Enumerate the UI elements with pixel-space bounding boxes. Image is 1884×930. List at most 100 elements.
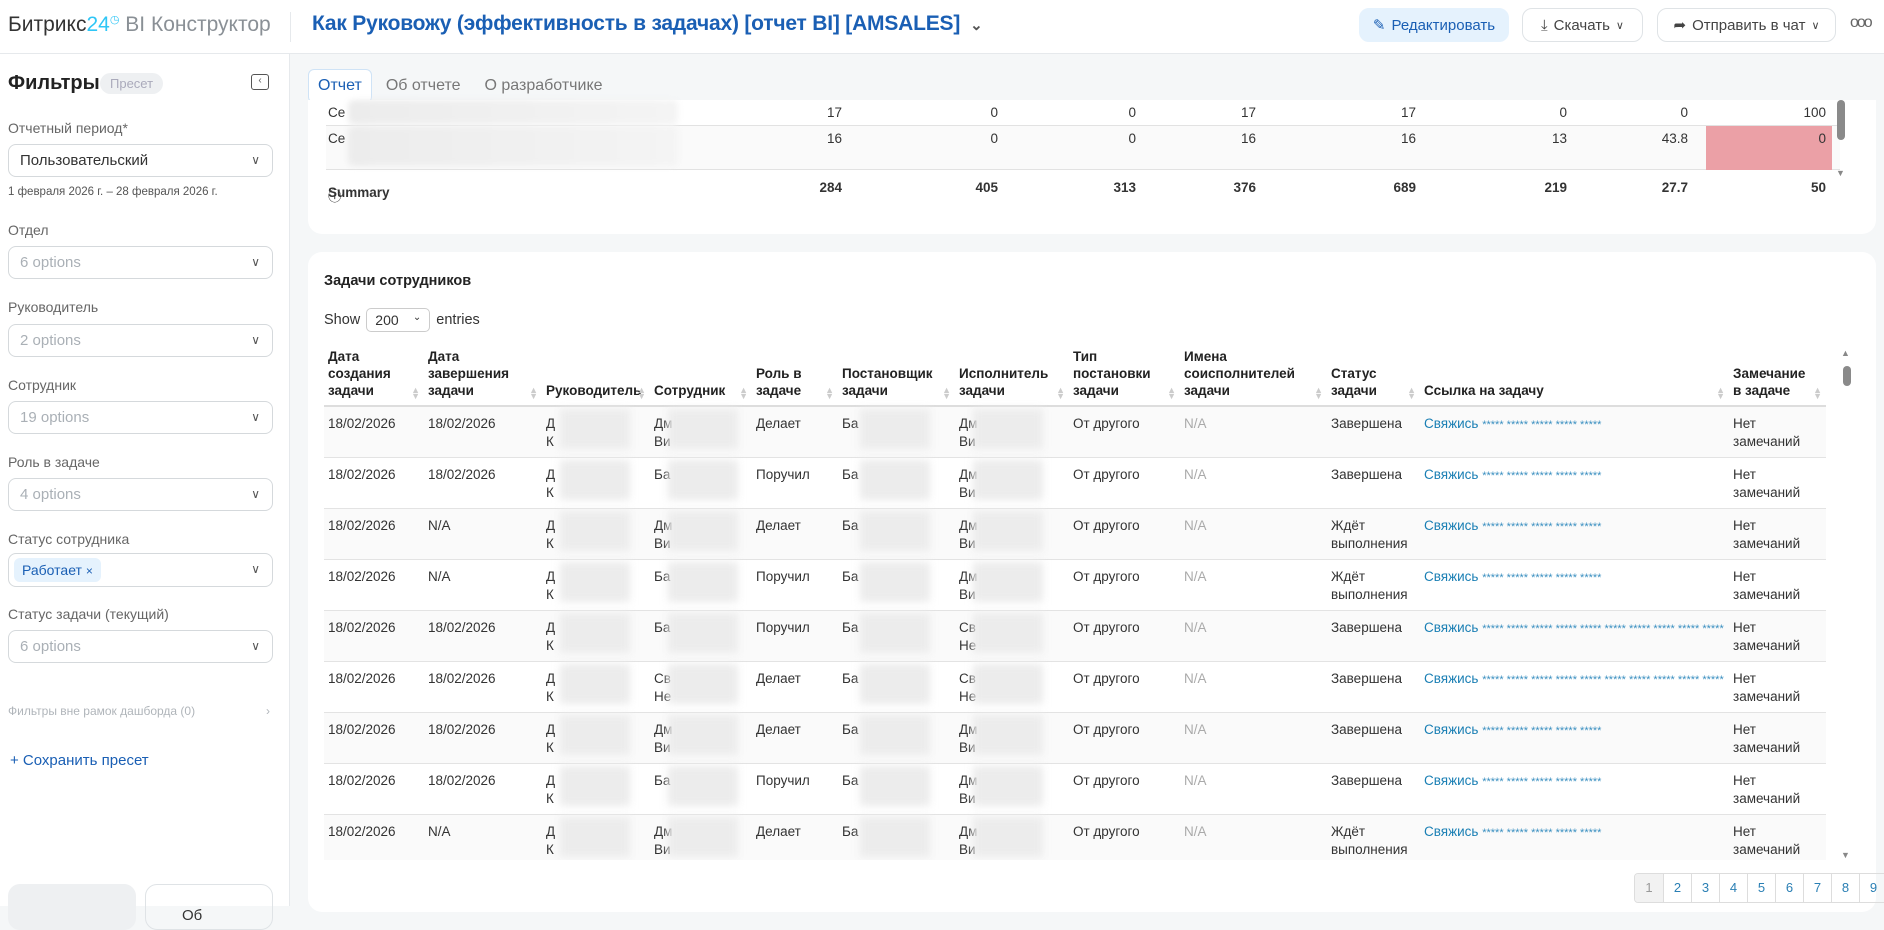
column-header[interactable]: Дата создания задачи ▲ ▼ <box>324 348 424 407</box>
more-icon[interactable]: ooo <box>1850 14 1873 32</box>
scrollbar[interactable] <box>1837 100 1845 140</box>
table-cell[interactable]: Свяжись ***** ***** ***** ***** ***** **… <box>1420 610 1729 662</box>
task-link[interactable]: Свяжись <box>1424 467 1478 482</box>
sort-icon[interactable]: ▲ ▼ <box>637 386 646 401</box>
scroll-down-icon[interactable]: ▼ <box>1836 168 1845 178</box>
task-status-select[interactable]: 6 options ∨ <box>8 630 273 663</box>
table-cell[interactable]: Свяжись ***** ***** ***** ***** ***** <box>1420 763 1729 815</box>
column-header[interactable]: Замечание в задаче ▲ ▼ <box>1729 348 1826 407</box>
sort-icon[interactable]: ▲ ▼ <box>529 386 538 401</box>
column-header[interactable]: Исполнитель задачи ▲ ▼ <box>955 348 1069 407</box>
table-cell: От другого <box>1069 508 1180 560</box>
page-button-2[interactable]: 2 <box>1663 874 1691 902</box>
column-header[interactable]: Имена соисполнителей задачи ▲ ▼ <box>1180 348 1327 407</box>
table-cell[interactable]: Свяжись ***** ***** ***** ***** ***** <box>1420 406 1729 458</box>
column-header[interactable]: Руководитель ▲ ▼ <box>542 348 650 407</box>
blurred-name <box>348 126 678 166</box>
column-header[interactable]: Роль в задаче ▲ ▼ <box>752 348 838 407</box>
scroll-down-icon[interactable]: ▼ <box>1841 850 1850 860</box>
column-header[interactable]: Сотрудник ▲ ▼ <box>650 348 752 407</box>
task-link[interactable]: Свяжись <box>1424 824 1478 839</box>
outside-filters-link[interactable]: Фильтры вне рамок дашборда (0) › <box>8 704 270 718</box>
sort-icon[interactable]: ▲ ▼ <box>1056 386 1065 401</box>
task-link[interactable]: Свяжись <box>1424 416 1478 431</box>
task-link-masked[interactable]: ***** ***** ***** ***** ***** <box>1482 470 1601 482</box>
task-link[interactable]: Свяжись <box>1424 620 1478 635</box>
employee-status-select[interactable]: Работает × ∨ <box>8 553 273 587</box>
tab-about-report[interactable]: Об отчете <box>376 69 471 103</box>
page-button-5[interactable]: 5 <box>1747 874 1775 902</box>
page-button-9[interactable]: 9 <box>1859 874 1884 902</box>
page-button-4[interactable]: 4 <box>1719 874 1747 902</box>
task-link-masked[interactable]: ***** ***** ***** ***** ***** ***** ****… <box>1482 674 1724 686</box>
scroll-up-icon[interactable]: ▲ <box>1841 348 1853 358</box>
manager-select[interactable]: 2 options ∨ <box>8 324 273 357</box>
secondary-button[interactable]: Об <box>145 884 273 930</box>
column-header[interactable]: Постановщик задачи ▲ ▼ <box>838 348 955 407</box>
page-button-3[interactable]: 3 <box>1691 874 1719 902</box>
task-link[interactable]: Свяжись <box>1424 722 1478 737</box>
sort-icon[interactable]: ▲ ▼ <box>1813 386 1822 401</box>
task-link[interactable]: Свяжись <box>1424 671 1478 686</box>
sort-icon[interactable]: ▲ ▼ <box>1407 386 1416 401</box>
page-button-8[interactable]: 8 <box>1831 874 1859 902</box>
table-scrollbar[interactable]: ▲ ▼ <box>1841 348 1853 860</box>
download-button[interactable]: ⤓ Скачать ∨ <box>1522 8 1643 42</box>
task-link-masked[interactable]: ***** ***** ***** ***** ***** <box>1482 725 1601 737</box>
scrollbar-thumb[interactable] <box>1843 366 1851 386</box>
tab-about-developer[interactable]: О разработчике <box>475 69 613 103</box>
column-header[interactable]: Ссылка на задачу ▲ ▼ <box>1420 348 1729 407</box>
edit-button[interactable]: ✎ Редактировать <box>1359 8 1509 42</box>
sort-icon[interactable]: ▲ ▼ <box>942 386 951 401</box>
employee-select[interactable]: 19 options ∨ <box>8 401 273 434</box>
table-cell[interactable]: Свяжись ***** ***** ***** ***** ***** <box>1420 508 1729 560</box>
page-button-7[interactable]: 7 <box>1803 874 1831 902</box>
table-cell: Делает <box>752 712 838 764</box>
sort-icon[interactable]: ▲ ▼ <box>1314 386 1323 401</box>
cell-text: Нет замечаний <box>1733 569 1801 602</box>
task-link[interactable]: Свяжись <box>1424 773 1478 788</box>
summary-table-row: Се 17 0 0 17 17 0 0 100 <box>326 100 1840 126</box>
task-link[interactable]: Свяжись <box>1424 569 1478 584</box>
send-to-chat-button[interactable]: ➦ Отправить в чат ∨ <box>1657 8 1836 42</box>
tab-report[interactable]: Отчет <box>308 69 372 103</box>
info-icon[interactable]: ⓘ <box>328 185 342 205</box>
task-link-masked[interactable]: ***** ***** ***** ***** ***** <box>1482 776 1601 788</box>
column-header[interactable]: Статус задачи ▲ ▼ <box>1327 348 1420 407</box>
preset-badge[interactable]: Пресет <box>100 73 164 94</box>
column-header[interactable]: Дата завершения задачи ▲ ▼ <box>424 348 542 407</box>
table-cell: 18/02/2026 <box>424 406 542 458</box>
sort-icon[interactable]: ▲ ▼ <box>739 386 748 401</box>
report-title[interactable]: Как Руковожу (эффективность в задачах) [… <box>312 12 983 36</box>
cell-text: Д К <box>546 620 556 653</box>
table-cell[interactable]: Свяжись ***** ***** ***** ***** ***** <box>1420 559 1729 611</box>
table-cell[interactable]: Свяжись ***** ***** ***** ***** ***** <box>1420 457 1729 509</box>
task-link-masked[interactable]: ***** ***** ***** ***** ***** <box>1482 572 1601 584</box>
page-button-6[interactable]: 6 <box>1775 874 1803 902</box>
task-link-masked[interactable]: ***** ***** ***** ***** ***** <box>1482 827 1601 839</box>
sort-icon[interactable]: ▲ ▼ <box>1167 386 1176 401</box>
save-preset-link[interactable]: + Сохранить пресет <box>10 752 149 769</box>
task-link-masked[interactable]: ***** ***** ***** ***** ***** ***** ****… <box>1482 623 1724 635</box>
apply-button[interactable] <box>8 884 136 930</box>
cell-text: Нет замечаний <box>1733 824 1801 857</box>
collapse-sidebar-icon[interactable]: ‹ <box>251 74 269 90</box>
sort-icon[interactable]: ▲ ▼ <box>1716 386 1725 401</box>
table-cell[interactable]: Свяжись ***** ***** ***** ***** ***** <box>1420 712 1729 764</box>
role-select[interactable]: 4 options ∨ <box>8 478 273 511</box>
page-button-1[interactable]: 1 <box>1635 874 1663 902</box>
period-select[interactable]: Пользовательский ∨ <box>8 144 273 177</box>
page-size-select[interactable]: 200 ⌄ <box>366 308 431 332</box>
table-cell[interactable]: Свяжись ***** ***** ***** ***** ***** <box>1420 814 1729 860</box>
table-cell: N/A <box>1180 508 1327 560</box>
department-select[interactable]: 6 options ∨ <box>8 246 273 279</box>
remove-tag-icon[interactable]: × <box>86 564 93 578</box>
sort-icon[interactable]: ▲ ▼ <box>825 386 834 401</box>
logo[interactable]: Битрикс24◷ BI Конструктор <box>8 13 271 37</box>
task-link-masked[interactable]: ***** ***** ***** ***** ***** <box>1482 521 1601 533</box>
task-link[interactable]: Свяжись <box>1424 518 1478 533</box>
task-link-masked[interactable]: ***** ***** ***** ***** ***** <box>1482 419 1601 431</box>
table-cell[interactable]: Свяжись ***** ***** ***** ***** ***** **… <box>1420 661 1729 713</box>
column-header[interactable]: Тип постановки задачи ▲ ▼ <box>1069 348 1180 407</box>
sort-icon[interactable]: ▲ ▼ <box>411 386 420 401</box>
